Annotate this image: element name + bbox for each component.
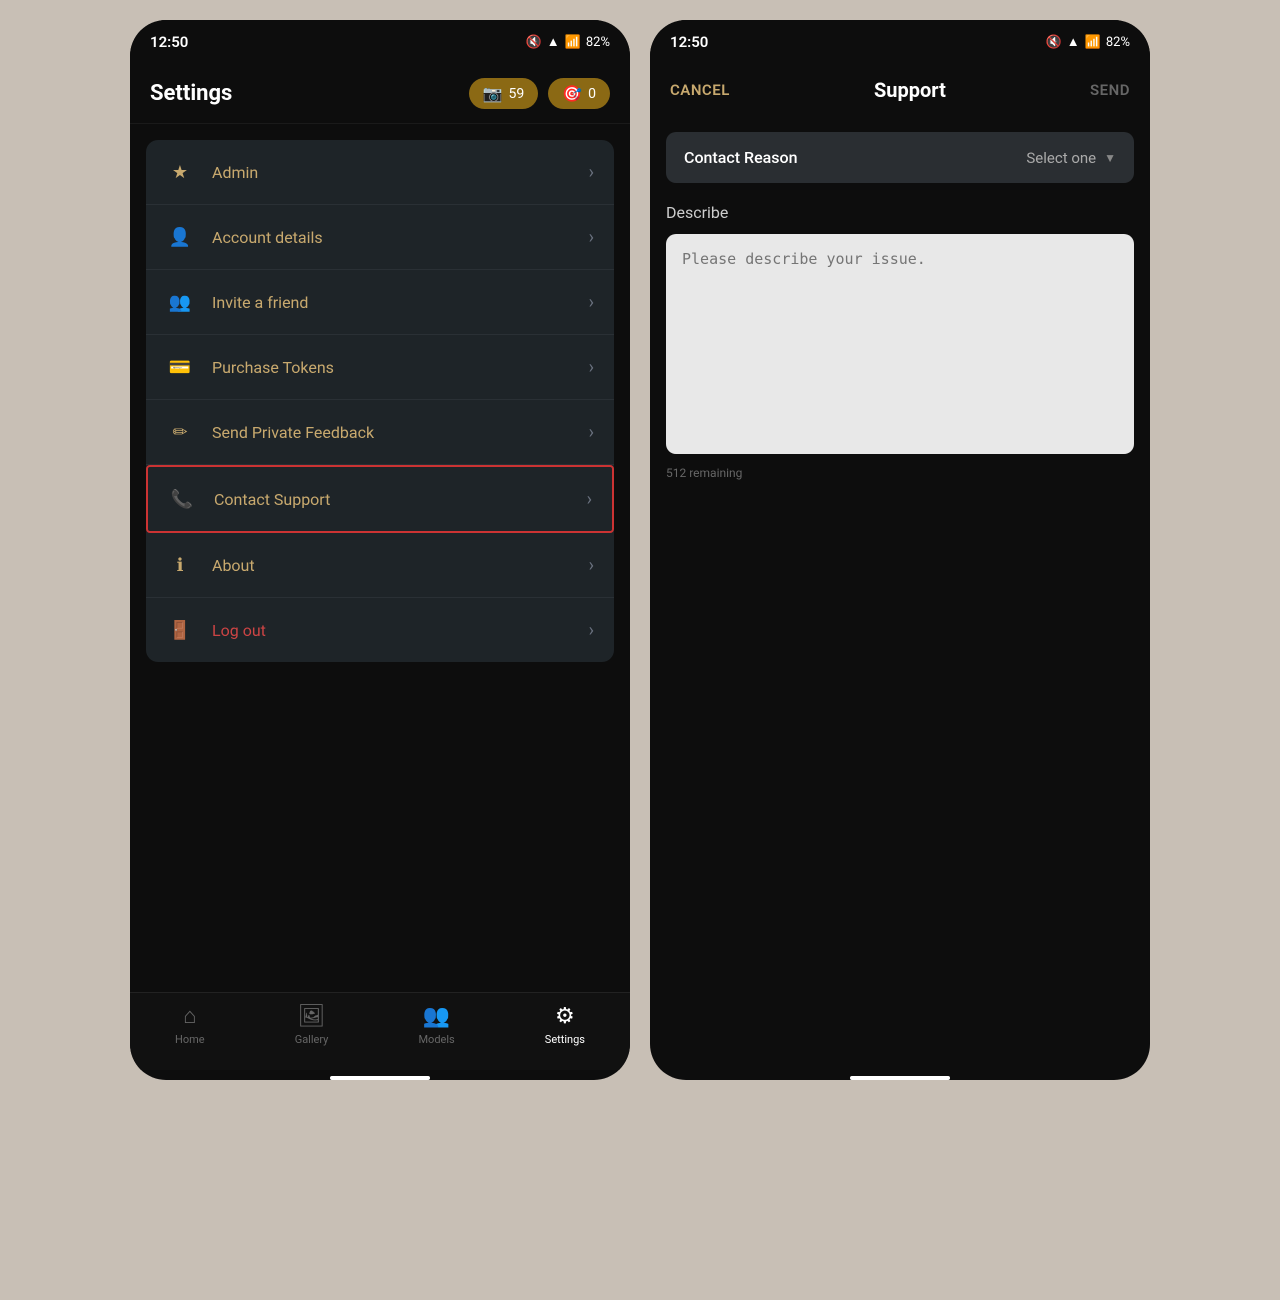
nav-item-models[interactable]: 👥 Models (418, 1004, 454, 1046)
describe-textarea[interactable] (666, 234, 1134, 454)
mute-icon-right: 🔇 (1046, 35, 1062, 50)
admin-label: Admin (212, 163, 589, 182)
menu-item-admin[interactable]: ★ Admin › (146, 140, 614, 205)
send-button[interactable]: SEND (1090, 81, 1130, 99)
invite-chevron-icon: › (589, 292, 594, 313)
menu-item-invite[interactable]: 👥 Invite a friend › (146, 270, 614, 335)
status-bar-left: 12:50 🔇 ▲ 📶 82% (130, 20, 630, 64)
home-indicator-left (330, 1076, 430, 1080)
status-bar-right: 12:50 🔇 ▲ 📶 82% (650, 20, 1150, 64)
tokens-chevron-icon: › (589, 357, 594, 378)
menu-item-account[interactable]: 👤 Account details › (146, 205, 614, 270)
target-count: 0 (588, 86, 596, 102)
menu-item-logout[interactable]: 🚪 Log out › (146, 598, 614, 662)
nav-item-settings[interactable]: ⚙ Settings (545, 1004, 585, 1046)
tokens-icon: 💳 (166, 353, 194, 381)
camera-icon: 📷 (483, 84, 503, 103)
logout-chevron-icon: › (589, 620, 594, 641)
menu-item-feedback[interactable]: ✏ Send Private Feedback › (146, 400, 614, 465)
support-content: Contact Reason Select one ▼ Describe 512… (650, 116, 1150, 609)
support-page-title: Support (874, 78, 946, 102)
nav-item-home[interactable]: ⌂ Home (175, 1003, 205, 1046)
right-phone: 12:50 🔇 ▲ 📶 82% CANCEL Support SEND Cont… (650, 20, 1150, 1080)
logout-icon: 🚪 (166, 616, 194, 644)
support-header: CANCEL Support SEND (650, 64, 1150, 116)
battery-right: 82% (1106, 35, 1130, 50)
models-nav-label: Models (418, 1033, 454, 1046)
account-label: Account details (212, 228, 589, 247)
menu-item-about[interactable]: ℹ About › (146, 533, 614, 598)
contact-reason-placeholder: Select one (1026, 149, 1096, 167)
settings-nav-label: Settings (545, 1033, 585, 1046)
contact-reason-select[interactable]: Select one ▼ (1026, 149, 1116, 167)
feedback-icon: ✏ (166, 418, 194, 446)
time-right: 12:50 (670, 33, 708, 51)
left-phone: 12:50 🔇 ▲ 📶 82% Settings 📷 59 🎯 0 ★ Admi… (130, 20, 630, 1080)
invite-label: Invite a friend (212, 293, 589, 312)
status-icons-left: 🔇 ▲ 📶 82% (526, 34, 610, 50)
about-chevron-icon: › (589, 555, 594, 576)
menu-item-support[interactable]: 📞 Contact Support › (146, 465, 614, 533)
camera-count: 59 (508, 86, 524, 102)
admin-icon: ★ (166, 158, 194, 186)
time-left: 12:50 (150, 33, 188, 51)
target-icon: 🎯 (562, 84, 582, 103)
nav-item-gallery[interactable]: 🖼 Gallery (295, 1004, 329, 1046)
logout-label: Log out (212, 621, 589, 640)
home-nav-label: Home (175, 1033, 205, 1046)
home-indicator-right (850, 1076, 950, 1080)
mute-icon: 🔇 (526, 35, 542, 50)
gallery-icon: 🖼 (298, 1004, 326, 1029)
feedback-chevron-icon: › (589, 422, 594, 443)
support-icon: 📞 (168, 485, 196, 513)
battery-left: 82% (586, 35, 610, 50)
contact-reason-label: Contact Reason (684, 148, 798, 167)
cancel-button[interactable]: CANCEL (670, 81, 730, 99)
settings-title: Settings (150, 81, 232, 106)
signal-icon-right: 📶 (1085, 35, 1101, 50)
models-icon: 👥 (423, 1004, 450, 1029)
settings-menu: ★ Admin › 👤 Account details › 👥 Invite a… (146, 140, 614, 662)
support-label: Contact Support (214, 490, 587, 509)
settings-header: Settings 📷 59 🎯 0 (130, 64, 630, 124)
about-icon: ℹ (166, 551, 194, 579)
target-badge[interactable]: 🎯 0 (548, 78, 610, 109)
home-icon: ⌂ (183, 1003, 196, 1029)
bottom-nav: ⌂ Home 🖼 Gallery 👥 Models ⚙ Settings (130, 992, 630, 1070)
remaining-text: 512 remaining (666, 466, 1134, 480)
account-chevron-icon: › (589, 227, 594, 248)
dropdown-arrow-icon: ▼ (1104, 151, 1116, 165)
gallery-nav-label: Gallery (295, 1033, 329, 1046)
admin-chevron-icon: › (589, 162, 594, 183)
describe-label: Describe (666, 203, 1134, 222)
account-icon: 👤 (166, 223, 194, 251)
support-chevron-icon: › (587, 489, 592, 510)
header-badges: 📷 59 🎯 0 (469, 78, 610, 109)
tokens-label: Purchase Tokens (212, 358, 589, 377)
wifi-icon-right: ▲ (1067, 34, 1080, 50)
invite-icon: 👥 (166, 288, 194, 316)
menu-item-tokens[interactable]: 💳 Purchase Tokens › (146, 335, 614, 400)
wifi-icon: ▲ (547, 34, 560, 50)
feedback-label: Send Private Feedback (212, 423, 589, 442)
camera-badge[interactable]: 📷 59 (469, 78, 539, 109)
status-icons-right: 🔇 ▲ 📶 82% (1046, 34, 1130, 50)
about-label: About (212, 556, 589, 575)
signal-icon: 📶 (565, 35, 581, 50)
settings-icon: ⚙ (555, 1004, 575, 1029)
contact-reason-row[interactable]: Contact Reason Select one ▼ (666, 132, 1134, 183)
